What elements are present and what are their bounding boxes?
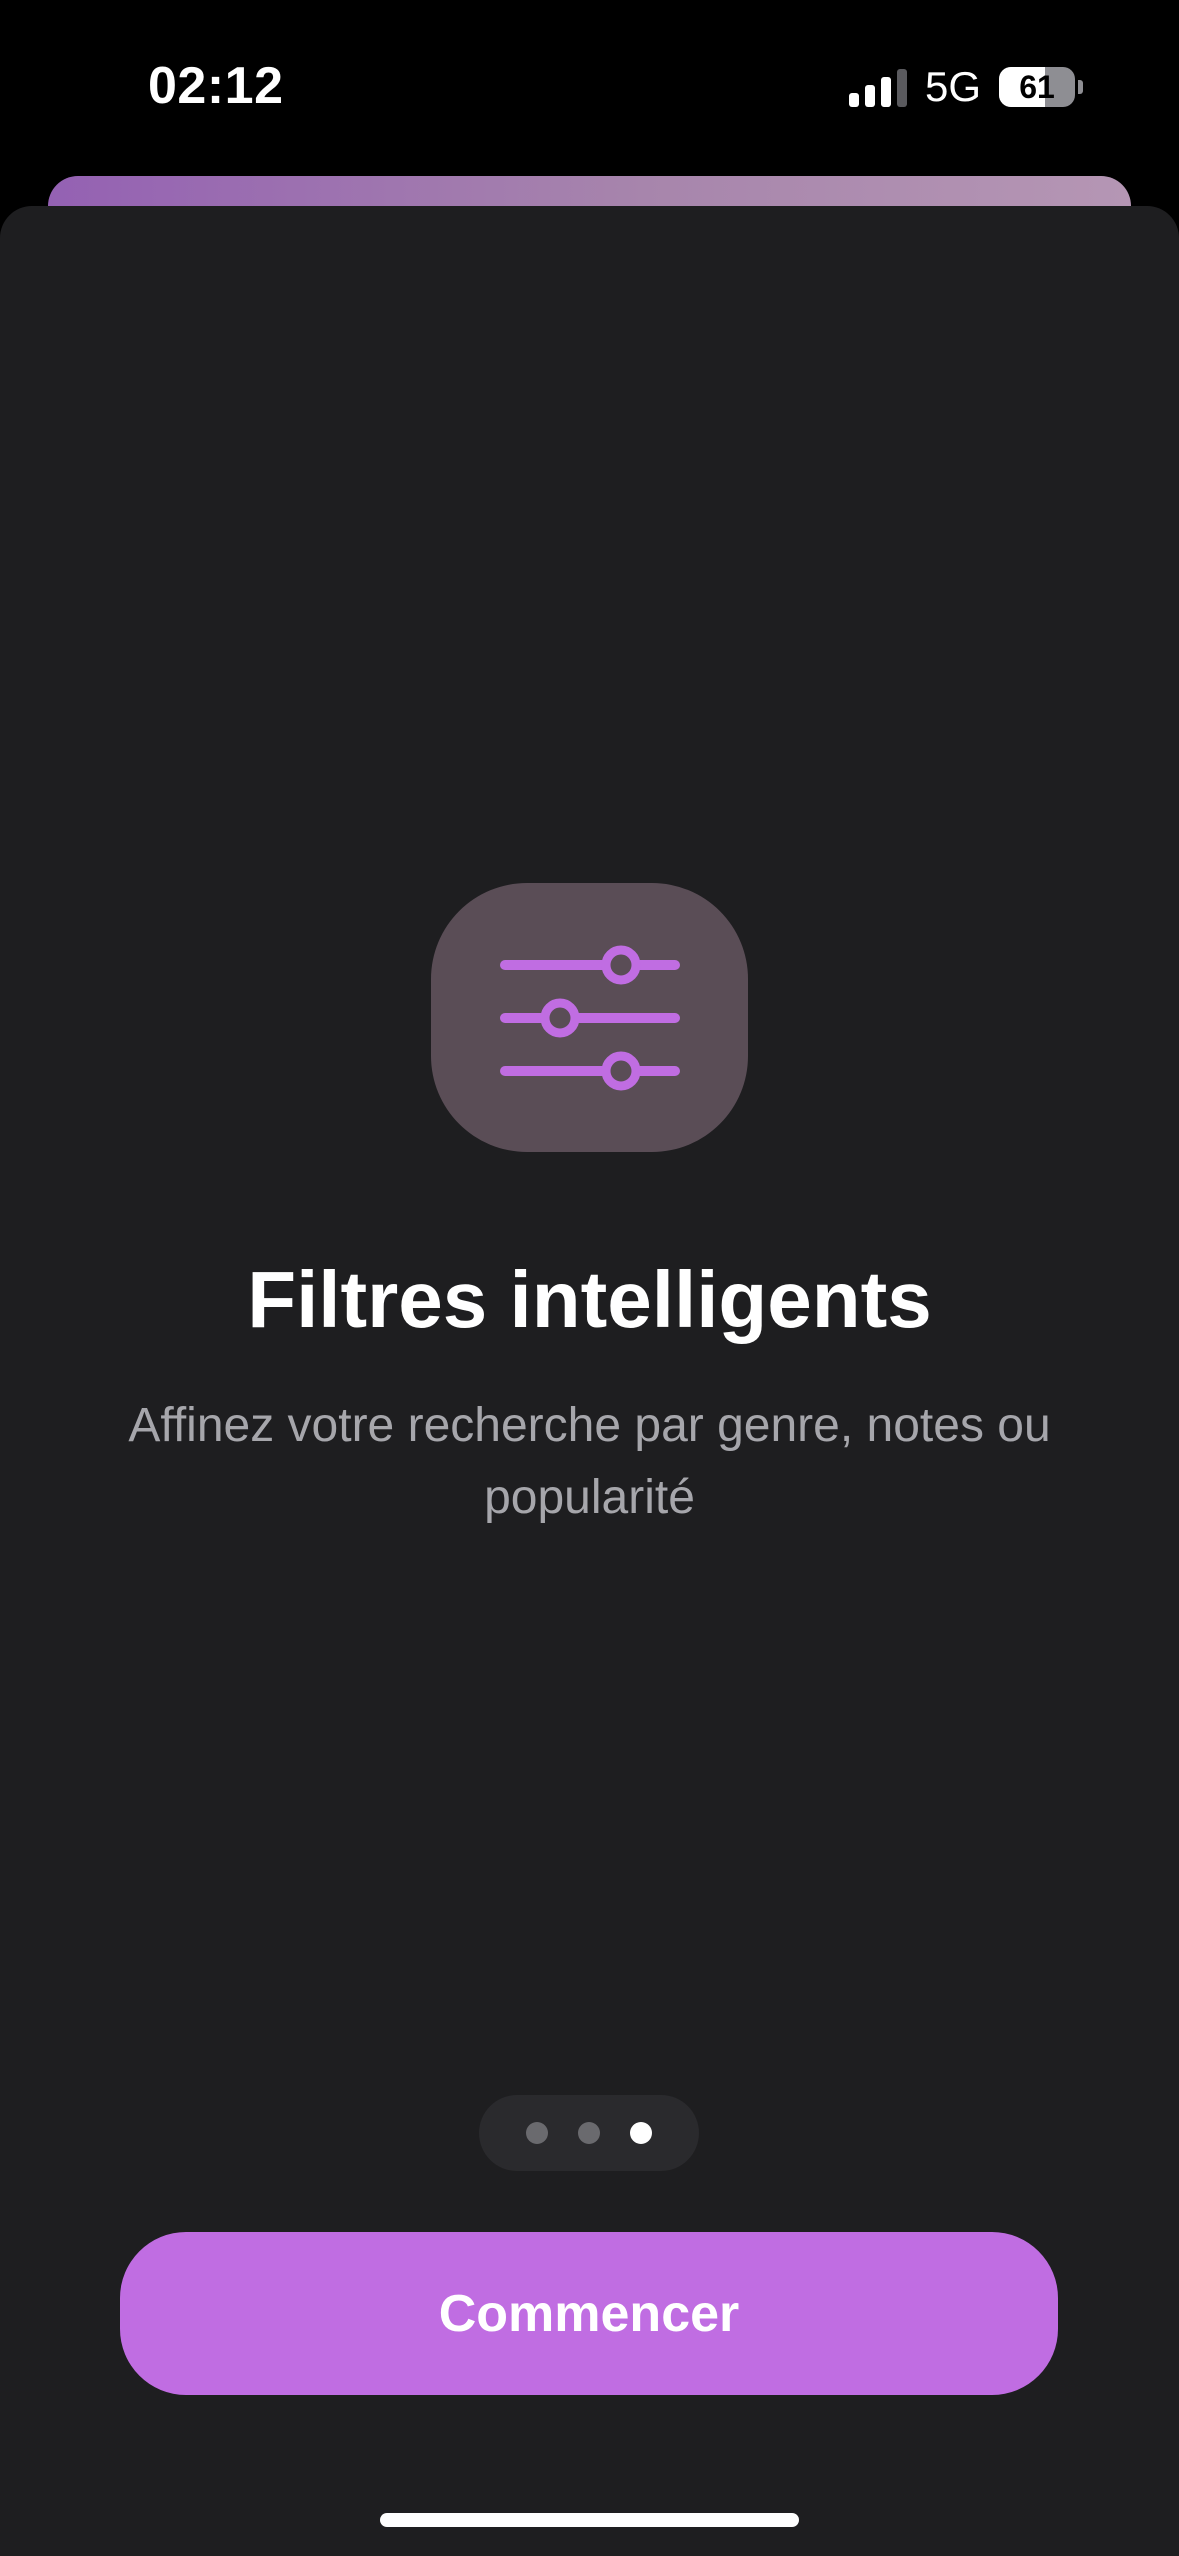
- feature-description: Affinez votre recherche par genre, notes…: [128, 1399, 1051, 1524]
- signal-bar: [848, 93, 859, 107]
- home-indicator[interactable]: [380, 2513, 799, 2527]
- start-button[interactable]: Commencer: [120, 2232, 1058, 2395]
- page-dot[interactable]: [578, 2122, 600, 2144]
- sliders-icon: [500, 945, 680, 1091]
- status-indicators: 5G 61: [848, 62, 1083, 112]
- status-bar: 02:12 5G 61: [0, 0, 1179, 170]
- battery-cap: [1078, 80, 1083, 94]
- network-type: 5G: [924, 63, 981, 110]
- status-time: 02:12: [148, 57, 284, 115]
- page-dot[interactable]: [630, 2122, 652, 2144]
- signal-bar: [880, 77, 891, 107]
- feature-icon-tile: [431, 883, 748, 1152]
- signal-bar: [864, 85, 875, 107]
- page-dot[interactable]: [526, 2122, 548, 2144]
- feature-title: Filtres intelligents: [247, 1255, 932, 1344]
- battery-level: 61: [1019, 69, 1055, 105]
- battery-icon: 61: [999, 67, 1075, 107]
- onboarding-sheet: [0, 206, 1179, 2556]
- signal-bar: [896, 69, 907, 107]
- cellular-signal-icon: [848, 67, 907, 107]
- page-indicator[interactable]: [479, 2095, 699, 2171]
